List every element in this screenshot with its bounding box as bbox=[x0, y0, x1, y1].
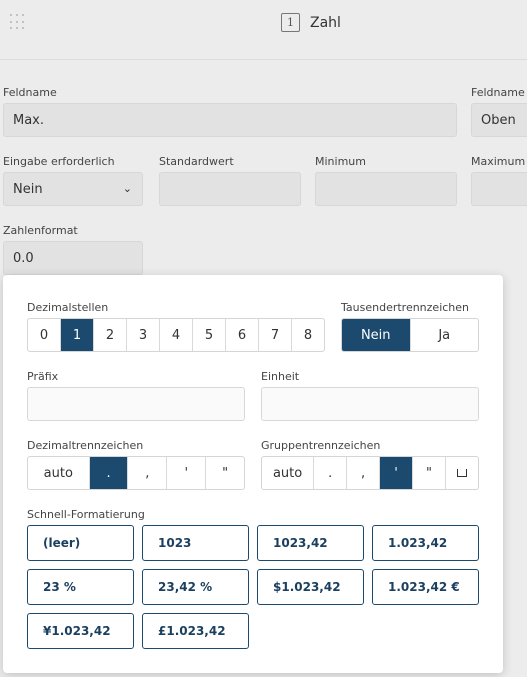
quick-format-button[interactable]: 23,42 % bbox=[142, 569, 249, 605]
decimals-option-4[interactable]: 4 bbox=[160, 319, 193, 351]
numformat-label: Zahlenformat bbox=[3, 224, 78, 237]
prefix-input[interactable] bbox=[27, 387, 245, 421]
decimals-option-6[interactable]: 6 bbox=[226, 319, 259, 351]
fieldname-input[interactable]: Max. bbox=[3, 103, 457, 137]
groupsep-label: Gruppentrennzeichen bbox=[261, 439, 381, 452]
groupsep-option-quote[interactable]: " bbox=[413, 457, 447, 489]
quick-format-button[interactable]: 1.023,42 € bbox=[372, 569, 479, 605]
decimals-segmented: 0 1 2 3 4 5 6 7 8 bbox=[27, 318, 325, 352]
decimals-option-1[interactable]: 1 bbox=[61, 319, 94, 351]
drag-handle-icon[interactable] bbox=[10, 14, 24, 32]
unit-input[interactable] bbox=[261, 387, 479, 421]
quick-format-button[interactable]: 1.023,42 bbox=[372, 525, 479, 561]
default-label: Standardwert bbox=[159, 155, 234, 168]
decsep-option-auto[interactable]: auto bbox=[28, 457, 90, 489]
quick-format-button[interactable]: 1023 bbox=[142, 525, 249, 561]
quick-format-label: Schnell-Formatierung bbox=[27, 508, 145, 521]
groupsep-option-space[interactable] bbox=[446, 457, 478, 489]
space-icon bbox=[457, 469, 468, 477]
number-format-popover: Dezimalstellen 0 1 2 3 4 5 6 7 8 Tausend… bbox=[3, 275, 503, 673]
max-input[interactable] bbox=[471, 172, 527, 206]
decimals-option-5[interactable]: 5 bbox=[193, 319, 226, 351]
default-input[interactable] bbox=[159, 172, 301, 206]
thousands-segmented: Nein Ja bbox=[341, 318, 479, 352]
thousands-label: Tausendertrennzeichen bbox=[341, 301, 470, 314]
groupsep-option-dot[interactable]: . bbox=[314, 457, 348, 489]
decimals-option-3[interactable]: 3 bbox=[127, 319, 160, 351]
chevron-down-icon: ⌄ bbox=[122, 182, 132, 195]
decsep-label: Dezimaltrennzeichen bbox=[27, 439, 144, 452]
thousands-option-no[interactable]: Nein bbox=[342, 319, 411, 351]
decsep-option-comma[interactable]: , bbox=[128, 457, 168, 489]
decimals-option-2[interactable]: 2 bbox=[94, 319, 127, 351]
numformat-input[interactable]: 0.0 bbox=[3, 241, 143, 275]
thousands-option-yes[interactable]: Ja bbox=[411, 319, 479, 351]
quick-format-button[interactable]: 23 % bbox=[27, 569, 134, 605]
decimals-option-8[interactable]: 8 bbox=[292, 319, 324, 351]
header-title-group: 1 Zahl bbox=[281, 13, 341, 32]
quick-format-button[interactable]: 1023,42 bbox=[257, 525, 364, 561]
min-input[interactable] bbox=[315, 172, 457, 206]
required-select[interactable]: Nein ⌄ bbox=[3, 172, 143, 206]
fieldname2-input[interactable]: Oben bbox=[471, 103, 527, 137]
groupsep-segmented: auto . , ' " bbox=[261, 456, 479, 490]
decsep-option-quote[interactable]: " bbox=[206, 457, 244, 489]
decimals-option-0[interactable]: 0 bbox=[28, 319, 61, 351]
fieldname-label: Feldname bbox=[3, 86, 57, 99]
min-label: Minimum bbox=[315, 155, 366, 168]
groupsep-option-apostrophe[interactable]: ' bbox=[380, 457, 414, 489]
quick-format-button[interactable]: ¥1.023,42 bbox=[27, 613, 134, 649]
groupsep-option-comma[interactable]: , bbox=[347, 457, 381, 489]
decimals-label: Dezimalstellen bbox=[27, 301, 109, 314]
required-select-value: Nein bbox=[13, 181, 43, 197]
decsep-option-dot[interactable]: . bbox=[89, 457, 129, 489]
max-label: Maximum bbox=[471, 155, 526, 168]
quick-format-button[interactable]: $1.023,42 bbox=[257, 569, 364, 605]
number-type-icon: 1 bbox=[281, 13, 300, 32]
page-title: Zahl bbox=[310, 14, 341, 31]
decsep-segmented: auto . , ' " bbox=[27, 456, 245, 490]
prefix-label: Präfix bbox=[27, 370, 59, 383]
quick-format-button[interactable]: £1.023,42 bbox=[142, 613, 249, 649]
fieldname2-label: Feldname ( bbox=[471, 86, 527, 99]
field-header: 1 Zahl bbox=[0, 0, 527, 60]
decimals-option-7[interactable]: 7 bbox=[259, 319, 292, 351]
quick-format-button[interactable]: (leer) bbox=[27, 525, 134, 561]
required-label: Eingabe erforderlich bbox=[3, 155, 115, 168]
decsep-option-apostrophe[interactable]: ' bbox=[167, 457, 207, 489]
unit-label: Einheit bbox=[261, 370, 300, 383]
groupsep-option-auto[interactable]: auto bbox=[262, 457, 315, 489]
